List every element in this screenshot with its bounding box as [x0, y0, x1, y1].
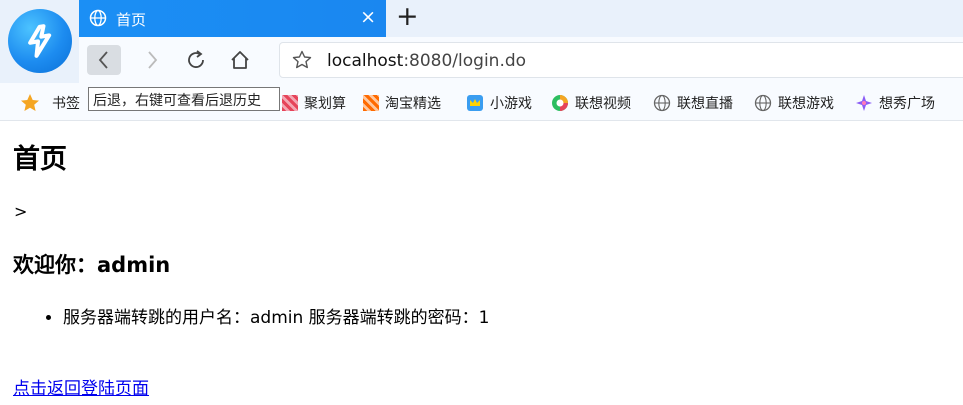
- reload-button[interactable]: [179, 45, 213, 75]
- welcome-heading: 欢迎你：admin: [13, 253, 171, 277]
- bookmark-item[interactable]: 联想直播: [653, 93, 733, 113]
- info-list: 服务器端转跳的用户名：admin 服务器端转跳的密码：1: [63, 303, 490, 328]
- home-icon: [231, 51, 249, 69]
- active-tab[interactable]: 首页 ×: [79, 0, 386, 37]
- back-button[interactable]: [87, 45, 121, 75]
- bookmark-star-icon[interactable]: [292, 50, 312, 74]
- crown-icon: [467, 95, 483, 111]
- globe-icon: [653, 94, 671, 112]
- bookmark-item[interactable]: 联想游戏: [754, 93, 834, 113]
- bookmark-item[interactable]: 小游戏: [466, 93, 532, 113]
- bookmark-item[interactable]: 想秀广场: [855, 93, 935, 113]
- globe-icon: [754, 94, 772, 112]
- sparkle-icon: [856, 95, 872, 111]
- tab-title: 首页: [116, 11, 147, 29]
- forward-button[interactable]: [135, 45, 169, 75]
- chevron-left-icon: [98, 51, 108, 69]
- address-bar[interactable]: localhost:8080/login.do: [279, 42, 963, 78]
- bookmark-item[interactable]: 聚划算: [282, 93, 346, 113]
- navigation-toolbar: localhost:8080/login.do: [79, 37, 963, 83]
- chevron-right-icon: [148, 51, 158, 69]
- back-to-login-link[interactable]: 点击返回登陆页面: [13, 374, 149, 399]
- browser-logo[interactable]: [8, 9, 72, 73]
- video-icon: [552, 95, 568, 111]
- reload-icon: [188, 50, 204, 68]
- home-button[interactable]: [223, 45, 257, 75]
- new-tab-button[interactable]: +: [396, 3, 419, 31]
- globe-icon: [89, 9, 107, 31]
- bookmark-item[interactable]: 淘宝精选: [363, 93, 441, 113]
- star-icon: [21, 94, 39, 111]
- page-title: 首页: [13, 144, 67, 175]
- juhuasuan-icon: [282, 95, 298, 111]
- tab-close-button[interactable]: ×: [360, 6, 376, 28]
- bookmark-item[interactable]: 联想视频: [551, 93, 631, 113]
- gt-text: >: [14, 202, 28, 221]
- list-item: 服务器端转跳的用户名：admin 服务器端转跳的密码：1: [63, 303, 490, 328]
- bookmark-item[interactable]: 书签: [20, 93, 80, 113]
- browser-chrome: 首页 × + localhost:8080/login.do 书签 聚划算 淘宝…: [0, 0, 963, 121]
- back-button-tooltip: 后退，右键可查看后退历史: [88, 87, 280, 111]
- url-text[interactable]: localhost:8080/login.do: [327, 51, 526, 71]
- taobao-icon: [363, 95, 379, 111]
